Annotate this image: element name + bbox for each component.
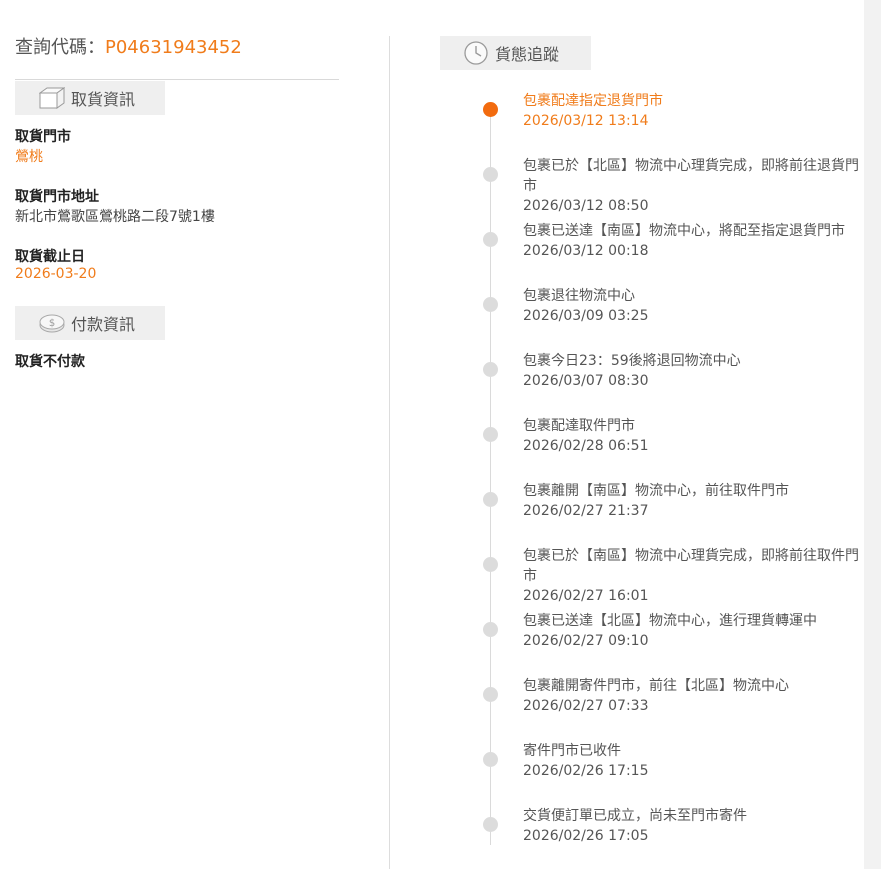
timeline-event-text: 包裹已於【南區】物流中心理貨完成，即將前往取件門市 bbox=[523, 548, 859, 584]
timeline-event-text: 包裹今日23：59後將退回物流中心 bbox=[523, 353, 741, 369]
clock-icon bbox=[464, 41, 488, 65]
timeline-item: 包裹退往物流中心 2026/03/09 03:25 bbox=[523, 286, 863, 326]
timeline-event-text: 包裹已送達【南區】物流中心，將配至指定退貨門市 bbox=[523, 223, 845, 239]
timeline-dot bbox=[483, 297, 498, 312]
pickup-store-label: 取貨門市 bbox=[15, 129, 71, 145]
timeline-dot bbox=[483, 492, 498, 507]
query-code: P04631943452 bbox=[105, 37, 242, 58]
timeline-item: 寄件門市已收件 2026/02/26 17:15 bbox=[523, 741, 863, 781]
timeline-event-time: 2026/03/12 00:18 bbox=[523, 243, 649, 259]
timeline-event-text: 包裹已於【北區】物流中心理貨完成，即將前往退貨門市 bbox=[523, 158, 859, 194]
query-code-line: 查詢代碼：P04631943452 bbox=[15, 33, 242, 59]
timeline-dot bbox=[483, 362, 498, 377]
pickup-address-label: 取貨門市地址 bbox=[15, 189, 99, 205]
timeline-dot bbox=[483, 752, 498, 767]
box-icon bbox=[39, 87, 65, 109]
timeline-item: 包裹已送達【北區】物流中心，進行理貨轉運中 2026/02/27 09:10 bbox=[523, 611, 863, 651]
timeline-event-time: 2026/02/26 17:15 bbox=[523, 763, 649, 779]
pickup-store-value: 鶯桃 bbox=[15, 149, 43, 165]
pickup-section-title: 取貨資訊 bbox=[71, 90, 136, 109]
timeline-event-time: 2026/03/07 08:30 bbox=[523, 373, 649, 389]
coin-icon: $ bbox=[39, 314, 65, 333]
timeline-dot bbox=[483, 427, 498, 442]
timeline-dot-active bbox=[483, 102, 498, 117]
timeline-dot bbox=[483, 557, 498, 572]
timeline-event-time: 2026/02/27 07:33 bbox=[523, 698, 649, 714]
pickup-deadline-label: 取貨截止日 bbox=[15, 249, 85, 265]
status-section-title: 貨態追蹤 bbox=[495, 45, 560, 64]
timeline-dot bbox=[483, 232, 498, 247]
timeline-event-time: 2026/03/12 08:50 bbox=[523, 198, 649, 214]
status-section-header: 貨態追蹤 bbox=[440, 36, 591, 70]
timeline-event-text: 包裹配達取件門市 bbox=[523, 418, 635, 434]
timeline-item: 包裹已送達【南區】物流中心，將配至指定退貨門市 2026/03/12 00:18 bbox=[523, 221, 863, 261]
timeline-event-text: 寄件門市已收件 bbox=[523, 743, 621, 759]
timeline-event-text: 包裹離開【南區】物流中心，前往取件門市 bbox=[523, 483, 789, 499]
timeline-dot bbox=[483, 622, 498, 637]
timeline-item: 交貨便訂單已成立，尚未至門市寄件 2026/02/26 17:05 bbox=[523, 806, 863, 846]
timeline-item: 包裹已於【南區】物流中心理貨完成，即將前往取件門市 2026/02/27 16:0… bbox=[523, 546, 863, 606]
timeline-event-time: 2026/02/26 17:05 bbox=[523, 828, 649, 844]
timeline-line bbox=[490, 110, 491, 845]
pickup-deadline-value: 2026-03-20 bbox=[15, 266, 97, 282]
svg-text:$: $ bbox=[49, 318, 55, 329]
timeline-dot bbox=[483, 817, 498, 832]
timeline-dot bbox=[483, 687, 498, 702]
timeline-event-time: 2026/02/27 09:10 bbox=[523, 633, 649, 649]
timeline-item: 包裹離開寄件門市，前往【北區】物流中心 2026/02/27 07:33 bbox=[523, 676, 863, 716]
timeline-event-text: 包裹離開寄件門市，前往【北區】物流中心 bbox=[523, 678, 789, 694]
pickup-address-value: 新北市鶯歌區鶯桃路二段7號1樓 bbox=[15, 209, 215, 225]
timeline-event-time: 2026/02/27 21:37 bbox=[523, 503, 649, 519]
timeline-event-time: 2026/02/27 16:01 bbox=[523, 588, 649, 604]
payment-section-title: 付款資訊 bbox=[71, 315, 136, 334]
timeline-event-time: 2026/02/28 06:51 bbox=[523, 438, 649, 454]
timeline-dot bbox=[483, 167, 498, 182]
query-label: 查詢代碼： bbox=[15, 37, 105, 58]
timeline-event-time: 2026/03/09 03:25 bbox=[523, 308, 649, 324]
timeline-event-text: 包裹已送達【北區】物流中心，進行理貨轉運中 bbox=[523, 613, 817, 629]
timeline-event-text: 包裹配達指定退貨門市 bbox=[523, 93, 663, 109]
timeline-event-time: 2026/03/12 13:14 bbox=[523, 113, 649, 129]
timeline-event-text: 交貨便訂單已成立，尚未至門市寄件 bbox=[523, 808, 747, 824]
payment-section-header: $ 付款資訊 bbox=[15, 306, 165, 340]
timeline-item: 包裹已於【北區】物流中心理貨完成，即將前往退貨門市 2026/03/12 08:5… bbox=[523, 156, 863, 216]
timeline-item: 包裹今日23：59後將退回物流中心 2026/03/07 08:30 bbox=[523, 351, 863, 391]
scrollbar-track[interactable] bbox=[864, 0, 881, 869]
timeline-item: 包裹配達指定退貨門市 2026/03/12 13:14 bbox=[523, 91, 863, 131]
payment-method: 取貨不付款 bbox=[15, 354, 85, 370]
divider bbox=[15, 79, 339, 80]
pickup-section-header: 取貨資訊 bbox=[15, 81, 165, 115]
timeline-item: 包裹離開【南區】物流中心，前往取件門市 2026/02/27 21:37 bbox=[523, 481, 863, 521]
timeline-item: 包裹配達取件門市 2026/02/28 06:51 bbox=[523, 416, 863, 456]
column-divider bbox=[389, 36, 390, 869]
timeline-event-text: 包裹退往物流中心 bbox=[523, 288, 635, 304]
